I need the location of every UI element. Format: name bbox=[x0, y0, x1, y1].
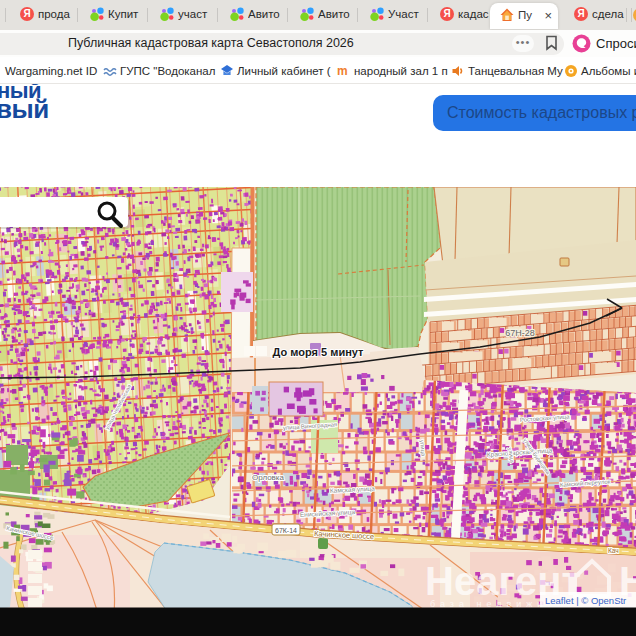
svg-text:Орловка: Орловка bbox=[252, 473, 285, 482]
svg-text:67К-14: 67К-14 bbox=[275, 527, 297, 534]
svg-text:67Н-28: 67Н-28 bbox=[505, 328, 535, 338]
svg-text:До моря 5 минут: До моря 5 минут bbox=[273, 346, 364, 358]
svg-text:Leaflet | © OpenStr: Leaflet | © OpenStr bbox=[545, 595, 626, 606]
svg-text:Кач: Кач bbox=[608, 547, 619, 554]
